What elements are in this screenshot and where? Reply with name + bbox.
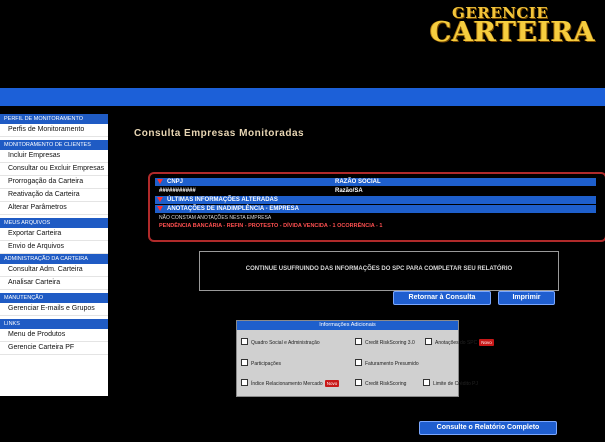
sidebar-section-monitoramento: MONITORAMENTO DE CLIENTES [0, 140, 108, 150]
option-participacoes[interactable]: Participações [241, 359, 281, 368]
checkbox[interactable] [355, 379, 362, 386]
razao-social-value: Razão/SA [335, 188, 363, 194]
option-label: Credit RiskScoring 3.0 [365, 340, 415, 346]
checkbox[interactable] [423, 379, 430, 386]
sidebar-section-manutencao: MANUTENÇÃO [0, 293, 108, 303]
row-ultimas-informacoes[interactable]: ÚLTIMAS INFORMAÇÕES ALTERADAS [155, 196, 596, 204]
option-label: Quadro Social e Administração [251, 340, 320, 346]
expand-arrow-icon[interactable] [157, 179, 163, 184]
option-label: Limite de Crédito PJ [433, 381, 479, 387]
option-label: Índice Relacionamento Mercado [251, 381, 323, 387]
cnpj-value: ########### [159, 188, 196, 194]
checkbox[interactable] [241, 359, 248, 366]
sidebar-item-menu-produtos[interactable]: Menu de Produtos [0, 329, 108, 342]
option-label: Anotações do SPC [435, 340, 478, 346]
header-razao-social: RAZÃO SOCIAL [335, 179, 381, 185]
sidebar-item-perfis-monitoramento[interactable]: Perfis de Monitoramento [0, 124, 108, 137]
table-row: ########### Razão/SA [155, 187, 596, 195]
option-faturamento[interactable]: Faturamento Presumido [355, 359, 419, 368]
row-anotacoes-inadimplencia[interactable]: ANOTAÇÕES DE INADIMPLÊNCIA - EMPRESA [155, 205, 596, 213]
option-credit-riskscoring[interactable]: Credit RiskScoring [355, 379, 406, 388]
top-nav-bar [0, 88, 605, 106]
table-header-row: CNPJ RAZÃO SOCIAL [155, 178, 596, 186]
checkbox[interactable] [241, 379, 248, 386]
option-quadro-social[interactable]: Quadro Social e Administração [241, 338, 320, 347]
option-anotacoes-spc[interactable]: Anotações do SPC Novo [425, 338, 494, 347]
sidebar-item-consultar-excluir[interactable]: Consultar ou Excluir Empresas [0, 163, 108, 176]
note-line: NÃO CONSTAM ANOTAÇÕES NESTA EMPRESA [155, 214, 596, 222]
option-label: Credit RiskScoring [365, 381, 407, 387]
anotacoes-label: ANOTAÇÕES DE INADIMPLÊNCIA - EMPRESA [167, 206, 300, 212]
note-text: NÃO CONSTAM ANOTAÇÕES NESTA EMPRESA [159, 215, 272, 221]
sidebar-item-gerenciar-emails[interactable]: Gerenciar E-mails e Grupos [0, 303, 108, 316]
option-indice-relacionamento[interactable]: Índice Relacionamento Mercado Novo [241, 379, 340, 388]
sidebar-section-administracao: ADMINISTRAÇÃO DA CARTEIRA [0, 254, 108, 264]
complete-report-button[interactable]: Consulte o Relatório Completo [419, 421, 557, 435]
upsell-message: CONTINUE USUFRUINDO DAS INFORMAÇÕES DO S… [245, 266, 513, 272]
sidebar-section-meus-arquivos: MEUS ARQUIVOS [0, 218, 108, 228]
sidebar-item-reativacao[interactable]: Reativação da Carteira [0, 189, 108, 202]
option-credit-riskscoring-30[interactable]: Credit RiskScoring 3.0 [355, 338, 415, 347]
sidebar-item-exportar-carteira[interactable]: Exportar Carteira [0, 228, 108, 241]
sidebar-section-links: LINKS [0, 319, 108, 329]
print-button[interactable]: Imprimir [498, 291, 555, 305]
logo-line-2: CARTEIRA [430, 17, 596, 48]
gerencie-carteira-logo: GERENCIE CARTEIRA [430, 4, 595, 48]
ultimas-informacoes-label: ÚLTIMAS INFORMAÇÕES ALTERADAS [167, 197, 278, 203]
sidebar-item-incluir-empresas[interactable]: Incluir Empresas [0, 150, 108, 163]
sidebar-section-perfil: PERFIL DE MONITORAMENTO [0, 114, 108, 124]
header-cnpj: CNPJ [167, 179, 184, 185]
sidebar-item-prorrogacao[interactable]: Prorrogação da Carteira [0, 176, 108, 189]
checkbox[interactable] [425, 338, 432, 345]
sidebar-item-consultar-adm[interactable]: Consultar Adm. Carteira [0, 264, 108, 277]
pendencias-text: PENDÊNCIA BANCÁRIA - REFIN - PROTESTO - … [159, 223, 383, 229]
sidebar-item-gerencie-carteira-pf[interactable]: Gerencie Carteira PF [0, 342, 108, 355]
expand-arrow-icon[interactable] [157, 206, 163, 211]
checkbox[interactable] [355, 338, 362, 345]
pendencias-line: PENDÊNCIA BANCÁRIA - REFIN - PROTESTO - … [155, 222, 596, 230]
return-button[interactable]: Retornar à Consulta [393, 291, 491, 305]
additional-info-panel: Informações Adicionais Quadro Social e A… [236, 320, 494, 397]
additional-info-header: Informações Adicionais [237, 321, 458, 330]
sidebar: PERFIL DE MONITORAMENTO Perfis de Monito… [0, 114, 108, 396]
expand-arrow-icon[interactable] [157, 197, 163, 202]
new-badge: Novo [479, 339, 494, 346]
option-label: Participações [251, 361, 282, 367]
upsell-message-box: CONTINUE USUFRUINDO DAS INFORMAÇÕES DO S… [199, 251, 559, 291]
page-title: Consulta Empresas Monitoradas [134, 128, 305, 139]
checkbox[interactable] [355, 359, 362, 366]
option-limite-credito[interactable]: Limite de Crédito PJ [423, 379, 478, 388]
option-label: Faturamento Presumido [365, 361, 419, 367]
sidebar-item-envio-arquivos[interactable]: Envio de Arquivos [0, 241, 108, 254]
new-badge: Novo [324, 380, 340, 387]
sidebar-item-alterar-parametros[interactable]: Alterar Parâmetros [0, 202, 108, 215]
sidebar-item-analisar-carteira[interactable]: Analisar Carteira [0, 277, 108, 290]
checkbox[interactable] [241, 338, 248, 345]
